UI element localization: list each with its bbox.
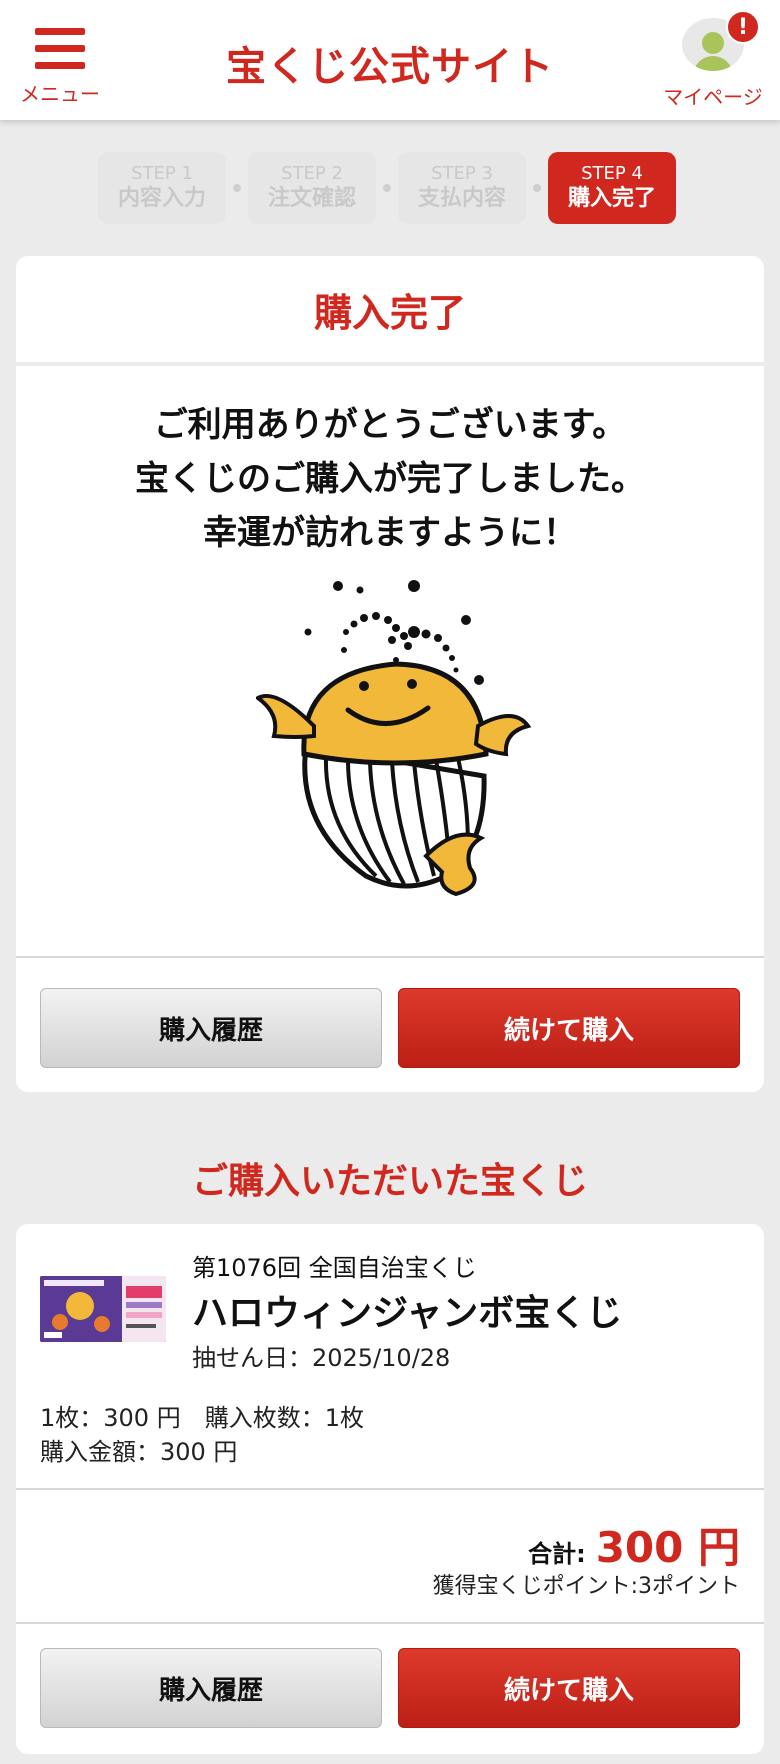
step-number: STEP 4 xyxy=(581,163,643,184)
total-row: 合計: 300 円 xyxy=(528,1514,740,1575)
site-header: メニュー 宝くじ公式サイト ! マイページ xyxy=(0,0,780,120)
unit-price-and-count: 1枚：300 円 購入枚数：1枚 xyxy=(40,1404,364,1432)
step-1: STEP 1 内容入力 xyxy=(98,152,226,224)
purchased-lottery-card: 第1076回 全国自治宝くじ ハロウィンジャンボ宝くじ 抽せん日：2025/10… xyxy=(16,1224,764,1754)
whale-mascot xyxy=(256,580,532,897)
complete-actions: 購入履歴 続けて購入 xyxy=(40,988,740,1068)
lottery-ticket-thumbnail xyxy=(40,1276,166,1342)
progress-steps: STEP 1 内容入力 STEP 2 注文確認 STEP 3 支払内容 STEP… xyxy=(98,152,682,224)
divider xyxy=(16,1622,764,1624)
mypage-label: マイページ xyxy=(663,85,763,109)
lottery-name: ハロウィンジャンボ宝くじ xyxy=(192,1293,623,1334)
notification-badge: ! xyxy=(726,10,760,44)
message-line: 宝くじのご購入が完了しました。 xyxy=(135,459,645,499)
message-line: 幸運が訪れますように！ xyxy=(203,513,577,553)
thank-you-message: ご利用ありがとうございます。 宝くじのご購入が完了しました。 幸運が訪れますよう… xyxy=(16,398,764,560)
lottery-round: 第1076回 全国自治宝くじ xyxy=(192,1254,477,1282)
divider xyxy=(16,956,764,958)
step-name: 注文確認 xyxy=(267,186,356,211)
step-name: 購入完了 xyxy=(567,186,656,211)
purchase-history-button[interactable]: 購入履歴 xyxy=(40,988,382,1068)
step-number: STEP 3 xyxy=(431,163,493,184)
earned-points: 獲得宝くじポイント:3ポイント xyxy=(432,1574,740,1599)
step-separator xyxy=(383,184,391,192)
complete-title: 購入完了 xyxy=(16,256,764,366)
purchased-section-title: ご購入いただいた宝くじ xyxy=(191,1161,588,1202)
step-name: 内容入力 xyxy=(117,186,206,211)
step-4-current: STEP 4 購入完了 xyxy=(548,152,676,224)
total-label: 合計: xyxy=(528,1540,586,1568)
total-value: 300 円 xyxy=(595,1523,740,1572)
continue-purchase-button[interactable]: 続けて購入 xyxy=(398,1648,740,1728)
message-line: ご利用ありがとうございます。 xyxy=(153,405,627,445)
purchased-actions: 購入履歴 続けて購入 xyxy=(40,1648,740,1728)
draw-date: 抽せん日：2025/10/28 xyxy=(192,1344,451,1372)
purchase-complete-card: 購入完了 ご利用ありがとうございます。 宝くじのご購入が完了しました。 幸運が訪… xyxy=(16,256,764,1092)
step-name: 支払内容 xyxy=(417,186,506,211)
step-separator xyxy=(233,184,241,192)
divider xyxy=(16,1488,764,1490)
purchase-amount: 購入金額：300 円 xyxy=(40,1438,238,1466)
step-separator xyxy=(533,184,541,192)
step-number: STEP 1 xyxy=(131,163,193,184)
continue-purchase-button[interactable]: 続けて購入 xyxy=(398,988,740,1068)
step-3: STEP 3 支払内容 xyxy=(398,152,526,224)
step-2: STEP 2 注文確認 xyxy=(248,152,376,224)
mypage-button[interactable]: ! マイページ xyxy=(658,10,768,110)
step-number: STEP 2 xyxy=(281,163,343,184)
purchase-history-button[interactable]: 購入履歴 xyxy=(40,1648,382,1728)
